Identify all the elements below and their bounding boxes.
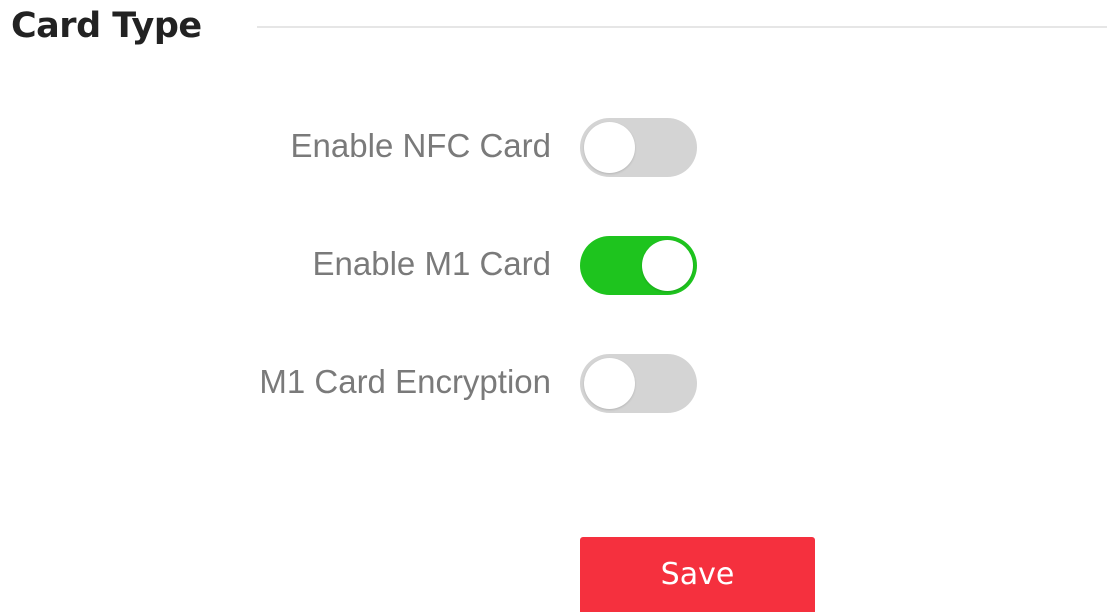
enable-nfc-card-toggle[interactable] bbox=[580, 118, 697, 177]
section-header: Card Type bbox=[0, 0, 1107, 60]
toggle-knob bbox=[584, 358, 635, 409]
save-button[interactable]: Save bbox=[580, 537, 815, 612]
toggle-knob bbox=[642, 240, 693, 291]
enable-m1-card-toggle[interactable] bbox=[580, 236, 697, 295]
m1-card-encryption-toggle[interactable] bbox=[580, 354, 697, 413]
enable-m1-card-label: Enable M1 Card bbox=[312, 245, 551, 282]
setting-row-m1-card-encryption: M1 Card Encryption bbox=[0, 352, 1107, 413]
setting-row-enable-m1-card: Enable M1 Card bbox=[0, 234, 1107, 295]
toggle-knob bbox=[584, 122, 635, 173]
setting-row-enable-nfc-card: Enable NFC Card bbox=[0, 116, 1107, 177]
section-title: Card Type bbox=[11, 6, 202, 46]
m1-card-encryption-label: M1 Card Encryption bbox=[259, 363, 551, 400]
card-type-settings-page: Card Type Enable NFC Card Enable M1 Card… bbox=[0, 0, 1107, 612]
save-button-label: Save bbox=[660, 557, 735, 592]
enable-nfc-card-label: Enable NFC Card bbox=[290, 127, 551, 164]
section-divider bbox=[257, 26, 1107, 28]
